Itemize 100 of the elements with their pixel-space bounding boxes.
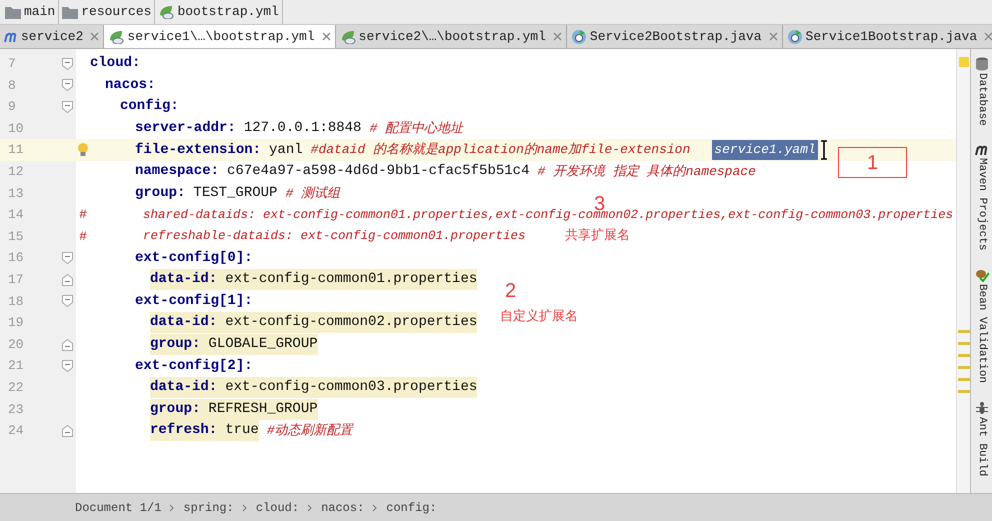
folder-icon: [5, 6, 21, 18]
warning-stripe-icon: [958, 390, 970, 393]
yaml-key: ext-config[1]:: [135, 290, 253, 312]
tool-window-button[interactable]: Database: [973, 57, 990, 126]
selected-text: service1.yaml: [712, 140, 818, 160]
text-cursor-icon: [820, 140, 828, 160]
code-comment: # 测试组: [284, 184, 340, 203]
line-number: 20: [8, 336, 24, 354]
yaml-key: ext-config[2]:: [135, 356, 253, 377]
yaml-key: namespace:: [135, 161, 220, 182]
editor-tab[interactable]: service2: [0, 25, 104, 48]
line-number: 17: [8, 270, 24, 289]
editor-tab[interactable]: service1\…\bootstrap.yml: [104, 25, 336, 48]
chevron-icon: [169, 504, 176, 512]
line-number: 19: [8, 314, 24, 332]
chevron-icon: [242, 504, 248, 512]
path-segment[interactable]: Document 1/1: [75, 498, 162, 516]
path-segment[interactable]: config:: [386, 498, 437, 516]
ant-icon: [974, 401, 988, 416]
line-number: 22: [8, 378, 24, 397]
fold-end-marker-icon[interactable]: [62, 338, 72, 351]
editor-tab[interactable]: Service2Bootstrap.java: [566, 25, 783, 48]
line-number: 8: [8, 76, 16, 95]
path-segment[interactable]: nacos:: [321, 498, 364, 516]
code-comment: # 配置中心地址: [368, 120, 464, 138]
close-icon[interactable]: [322, 32, 331, 41]
tool-window-label: Ant Build: [974, 417, 989, 477]
fold-end-marker-icon[interactable]: [62, 274, 72, 286]
annotation-text: 自定义扩展名: [500, 307, 578, 325]
warning-stripe-icon: [958, 378, 970, 381]
breadcrumb[interactable]: bootstrap.yml: [155, 0, 283, 24]
fold-marker-icon[interactable]: [62, 360, 72, 372]
line-number: 14: [8, 206, 24, 224]
warning-square-icon: [958, 57, 968, 67]
maven-icon: [974, 144, 988, 156]
annotation-text: 2: [505, 279, 516, 304]
line-number: 16: [8, 249, 24, 268]
comment-marker: #: [79, 206, 87, 224]
line-number: 11: [8, 141, 24, 160]
yaml-key: nacos:: [105, 74, 156, 96]
tool-window-label: Bean Validation: [974, 284, 989, 384]
class-icon: [786, 28, 803, 44]
yaml-value: TEST_GROUP: [192, 184, 278, 203]
line-number: 15: [8, 228, 24, 246]
fold-marker-icon[interactable]: [62, 252, 72, 264]
yaml-value: ext-config-common03.properties: [217, 377, 478, 398]
yaml-key: data-id:: [150, 312, 218, 334]
yaml-value: ext-config-common01.properties: [217, 269, 478, 290]
fold-marker-icon[interactable]: [62, 295, 72, 308]
breadcrumb[interactable]: resources: [59, 0, 156, 24]
class-icon: [570, 28, 587, 44]
close-icon[interactable]: [768, 32, 778, 41]
warning-stripe-icon: [958, 330, 970, 333]
fold-marker-icon[interactable]: [62, 100, 72, 113]
boxed-annotation: 1: [838, 147, 907, 178]
yaml-value: ext-config-common02.properties: [217, 312, 478, 334]
yaml-key: config:: [120, 96, 179, 118]
yaml-value: GLOBALE_GROUP: [200, 334, 318, 356]
line-number: 18: [8, 292, 24, 311]
yaml-key: ext-config[0]:: [135, 248, 253, 269]
folder-icon: [62, 6, 78, 18]
fold-marker-icon[interactable]: [62, 58, 72, 70]
warning-stripe-icon: [958, 366, 970, 369]
leaf-cloud-icon: [108, 30, 124, 44]
yaml-key: data-id:: [150, 377, 218, 398]
line-number: 23: [8, 400, 24, 419]
yaml-key: group:: [135, 182, 186, 204]
close-icon[interactable]: [90, 32, 100, 41]
line-number: 13: [8, 184, 24, 203]
yaml-value: c67e4a97-a598-4d6d-9bb1-cfac5f5b51c4: [226, 162, 530, 182]
tool-window-label: Maven Projects: [974, 158, 989, 250]
database-icon: [974, 57, 988, 71]
leaf-cloud-icon: [158, 5, 174, 19]
comment-marker: #: [79, 228, 87, 246]
yaml-value: 127.0.0.1:8848: [242, 119, 362, 138]
chevron-icon: [307, 504, 314, 512]
editor-tab[interactable]: Service1Bootstrap.java: [782, 25, 992, 48]
fold-end-marker-icon[interactable]: [62, 424, 72, 437]
editor-tab[interactable]: service2\…\bootstrap.yml: [336, 25, 567, 48]
tool-window-button[interactable]: Ant Build: [973, 401, 990, 477]
warning-stripe-icon: [958, 342, 970, 345]
tool-window-button[interactable]: Maven Projects: [973, 144, 990, 250]
breadcrumb[interactable]: main: [2, 0, 60, 24]
close-icon[interactable]: [984, 32, 992, 41]
path-segment[interactable]: cloud:: [256, 498, 300, 516]
annotation-text: 共享扩展名: [565, 226, 630, 244]
chevron-icon: [372, 504, 378, 512]
yaml-key: data-id:: [150, 269, 218, 290]
line-number: 9: [8, 98, 16, 116]
maven-icon: [4, 30, 18, 42]
yaml-key: server-addr:: [135, 118, 236, 140]
lightbulb-icon[interactable]: [77, 142, 89, 158]
code-comment: #dataid 的名称就是application的name加file-extension: [310, 141, 690, 160]
fold-marker-icon[interactable]: [62, 79, 72, 92]
yaml-value: REFRESH_GROUP: [200, 398, 318, 420]
line-number: 7: [8, 55, 16, 74]
path-segment[interactable]: spring:: [183, 498, 234, 516]
leaf-cloud-icon: [340, 30, 356, 44]
close-icon[interactable]: [552, 32, 562, 41]
tool-window-button[interactable]: Bean Validation: [973, 268, 990, 384]
